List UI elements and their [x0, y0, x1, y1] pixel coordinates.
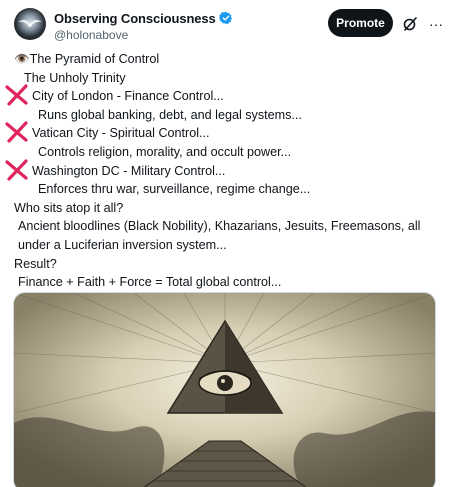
promote-button[interactable]: Promote — [328, 9, 393, 37]
pyramid-eye-illustration — [14, 293, 435, 487]
post-line: 👁️The Pyramid of Control — [14, 52, 160, 66]
cross-mark-icon — [5, 121, 28, 143]
post-line: Result? — [14, 256, 57, 271]
more-icon[interactable]: ··· — [428, 16, 444, 32]
verified-badge-icon — [218, 11, 232, 25]
cross-mark-icon — [5, 84, 28, 106]
avatar[interactable] — [14, 8, 46, 40]
author-handle[interactable]: @holonabove — [54, 28, 233, 42]
post-line: The Unholy Trinity — [24, 70, 126, 85]
post-line: Finance + Faith + Force = Total global c… — [18, 275, 282, 290]
cross-mark-icon — [5, 158, 28, 181]
post-line: Vatican City - Spiritual Control... — [5, 121, 444, 143]
author-name[interactable]: Observing Consciousness — [54, 11, 216, 26]
avatar-bird-icon — [18, 19, 42, 27]
post-line: Controls religion, morality, and occult … — [38, 144, 292, 159]
post-line: Who sits atop it all? — [14, 200, 124, 215]
post-line: Ancient bloodlines (Black Nobility), Kha… — [18, 219, 421, 252]
post-header: Observing Consciousness @holonabove Prom… — [14, 8, 443, 44]
post-line: Runs global banking, debt, and legal sys… — [38, 107, 302, 122]
post-image[interactable] — [13, 292, 436, 487]
grok-icon[interactable] — [402, 16, 418, 32]
author-block: Observing Consciousness @holonabove — [54, 10, 233, 42]
post-line: Enforces thru war, surveillance, regime … — [38, 182, 311, 197]
post-line: City of London - Finance Control... — [5, 84, 444, 106]
post-text: 👁️The Pyramid of Control The Unholy Trin… — [5, 50, 444, 292]
post-line: Washington DC - Military Control... — [5, 158, 444, 181]
